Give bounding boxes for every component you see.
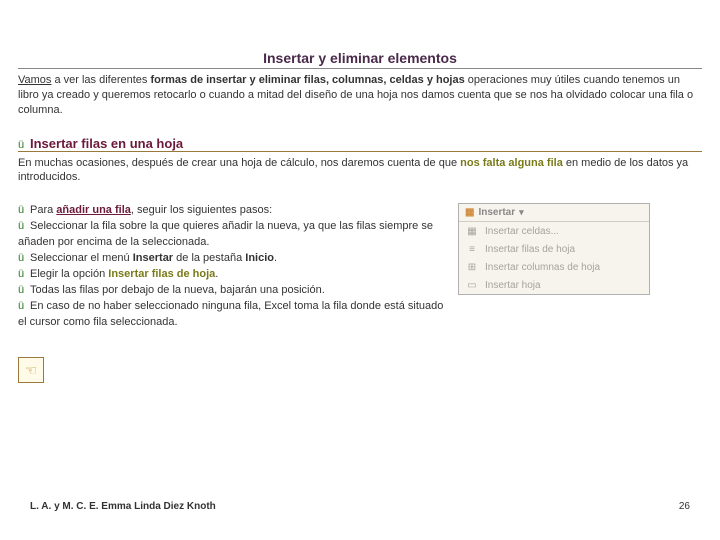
step-highlight: añadir una fila — [56, 204, 131, 216]
page-footer: L. A. y M. C. E. Emma Linda Diez Knoth 2… — [30, 501, 690, 512]
intro-bold: formas de insertar y eliminar filas, col… — [150, 74, 464, 86]
page-number: 26 — [679, 501, 690, 512]
subheading-row: üInsertar filas en una hoja — [18, 136, 702, 152]
hand-pointer-icon: ☜ — [18, 357, 44, 383]
intro-paragraph: Vamos a ver las diferentes formas de ins… — [18, 73, 702, 118]
menu-header-label: Insertar — [478, 207, 515, 218]
step-pre: Seleccionar el menú — [30, 252, 133, 264]
insert-row-icon: ≡ — [465, 243, 479, 255]
menu-item-label: Insertar celdas... — [485, 226, 559, 237]
para-t1: En muchas ocasiones, después de crear un… — [18, 157, 460, 169]
step-bold: Insertar — [133, 252, 173, 264]
menu-item: ▦ Insertar celdas... — [459, 222, 649, 240]
menu-item: ⊞ Insertar columnas de hoja — [459, 258, 649, 276]
chevron-down-icon: ▾ — [519, 207, 524, 218]
list-item: üTodas las filas por debajo de la nueva,… — [18, 283, 448, 299]
step-mid: de la pestaña — [173, 252, 245, 264]
list-item: üSeleccionar el menú Insertar de la pest… — [18, 251, 448, 267]
step-text: Todas las filas por debajo de la nueva, … — [30, 284, 325, 296]
menu-item-label: Insertar hoja — [485, 280, 541, 291]
check-icon: ü — [18, 251, 30, 267]
step-pre: Para — [30, 204, 56, 216]
menu-item: ▭ Insertar hoja — [459, 276, 649, 294]
list-item: üElegir la opción Insertar filas de hoja… — [18, 267, 448, 283]
check-icon: ü — [18, 139, 30, 151]
subheading: Insertar filas en una hoja — [30, 136, 183, 151]
check-icon: ü — [18, 299, 30, 315]
excel-insert-menu: ▦ Insertar ▾ ▦ Insertar celdas... ≡ Inse… — [458, 203, 650, 295]
menu-header: ▦ Insertar ▾ — [459, 204, 649, 222]
menu-item: ≡ Insertar filas de hoja — [459, 240, 649, 258]
insert-column-icon: ⊞ — [465, 261, 479, 273]
para-highlight: nos falta alguna fila — [460, 157, 563, 169]
menu-item-label: Insertar filas de hoja — [485, 244, 575, 255]
check-icon: ü — [18, 267, 30, 283]
step-text: Seleccionar la fila sobre la que quieres… — [18, 220, 433, 248]
sub-paragraph: En muchas ocasiones, después de crear un… — [18, 156, 702, 186]
intro-underline: Vamos — [18, 74, 51, 86]
step-post: , seguir los siguientes pasos: — [131, 204, 272, 216]
check-icon: ü — [18, 219, 30, 235]
list-item: üSeleccionar la fila sobre la que quiere… — [18, 219, 448, 251]
step-bold: Inicio — [245, 252, 274, 264]
author-name: L. A. y M. C. E. Emma Linda Diez Knoth — [30, 501, 216, 512]
page-title: Insertar y eliminar elementos — [18, 50, 702, 69]
check-icon: ü — [18, 283, 30, 299]
list-item: üPara añadir una fila, seguir los siguie… — [18, 203, 448, 219]
step-post: . — [215, 268, 218, 280]
step-post: . — [274, 252, 277, 264]
step-pre: Elegir la opción — [30, 268, 108, 280]
step-highlight: Insertar filas de hoja — [108, 268, 215, 280]
menu-item-label: Insertar columnas de hoja — [485, 262, 600, 273]
list-item: üEn caso de no haber seleccionado ningun… — [18, 299, 448, 331]
insert-cells-icon: ▦ — [465, 207, 474, 218]
step-text: En caso de no haber seleccionado ninguna… — [18, 300, 443, 328]
insert-cells-icon: ▦ — [465, 225, 479, 237]
steps-list: üPara añadir una fila, seguir los siguie… — [18, 203, 448, 383]
check-icon: ü — [18, 203, 30, 219]
insert-sheet-icon: ▭ — [465, 279, 479, 291]
intro-t1: a ver las diferentes — [51, 74, 150, 86]
